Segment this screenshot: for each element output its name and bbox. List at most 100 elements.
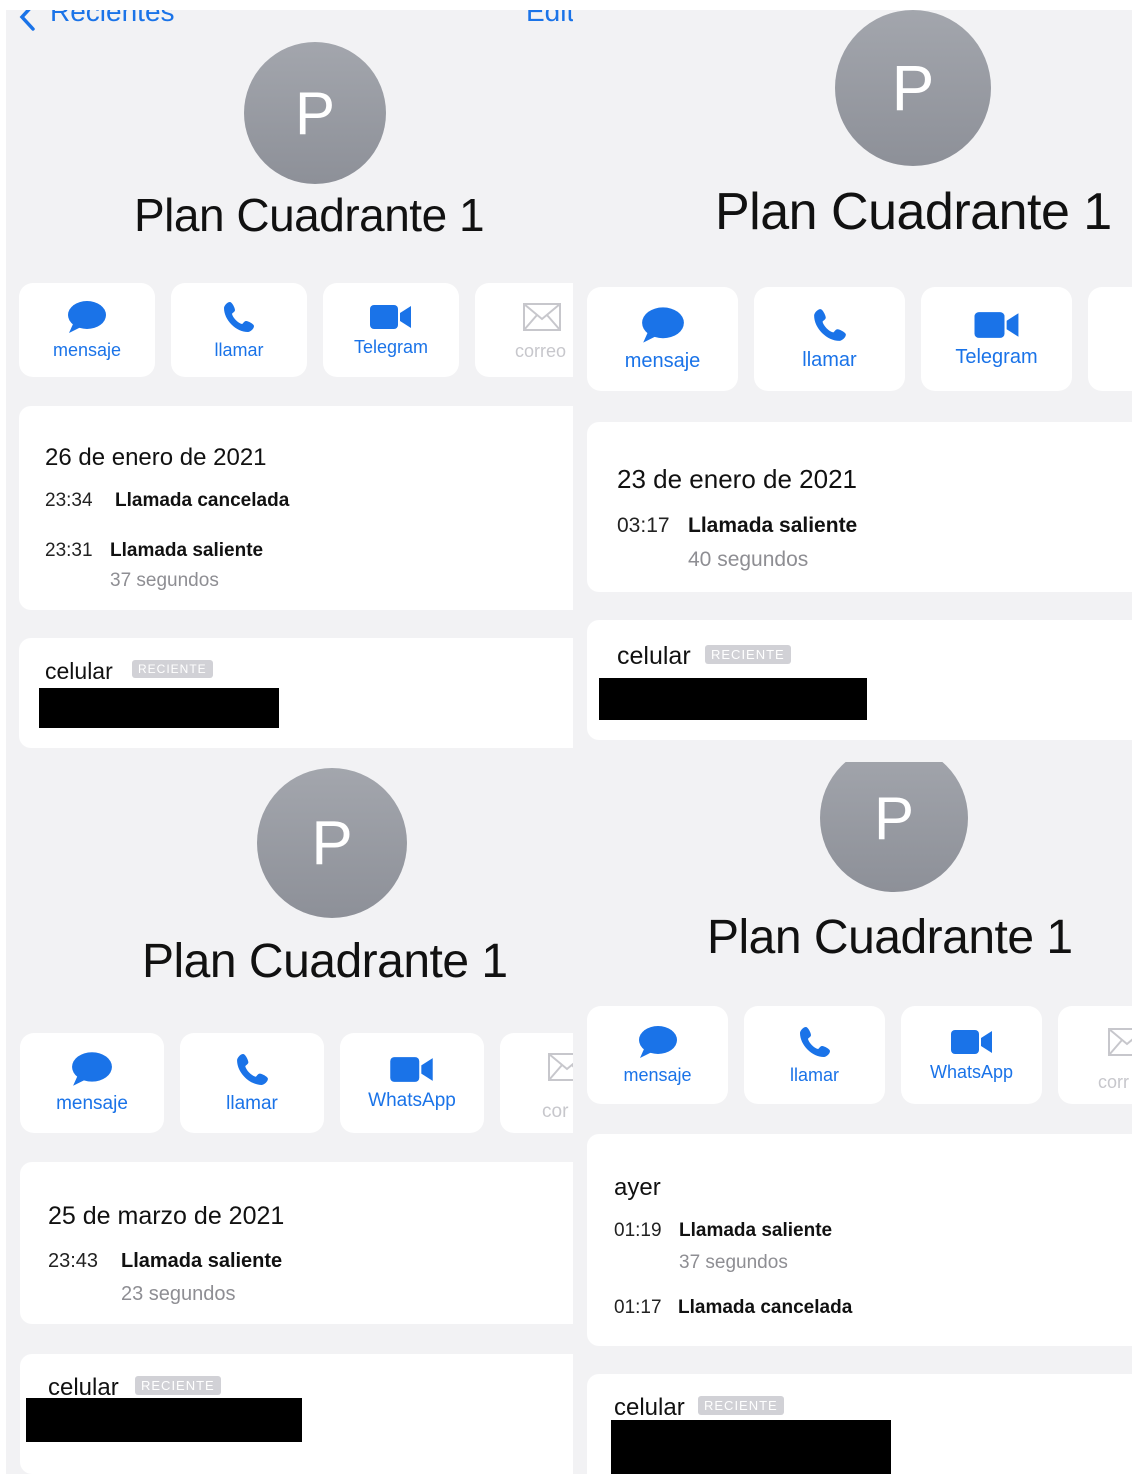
call-label: llamar xyxy=(789,1064,839,1085)
video-label: WhatsApp xyxy=(929,1061,1014,1082)
call-time: 23:34 xyxy=(45,490,93,511)
phone-label: celular xyxy=(617,642,691,670)
message-bubble-icon xyxy=(638,1025,678,1059)
message-bubble-icon xyxy=(71,1051,113,1087)
call-button[interactable]: llamar xyxy=(744,1006,885,1104)
avatar-initial: P xyxy=(311,808,353,878)
call-type: Llamada saliente xyxy=(110,540,264,561)
call-date: 25 de marzo de 2021 xyxy=(48,1202,285,1230)
contact-name: Plan Cuadrante 1 xyxy=(134,189,485,241)
call-time: 03:17 xyxy=(617,514,670,537)
video-label: Telegram xyxy=(353,336,429,357)
message-label: mensaje xyxy=(624,349,701,372)
message-label: mensaje xyxy=(56,1093,128,1114)
call-date: ayer xyxy=(614,1174,661,1201)
screenshot-panel-4: P Plan Cuadrante 1 mensaje llamar WhatsA… xyxy=(573,762,1132,1474)
phone-number-card[interactable]: celular RECIENTE xyxy=(587,1374,1132,1474)
screenshot-panel-3: P Plan Cuadrante 1 mensaje llamar WhatsA… xyxy=(6,762,573,1474)
redacted-number xyxy=(26,1398,302,1442)
phone-icon xyxy=(222,300,256,334)
recent-badge: RECIENTE xyxy=(132,660,213,678)
call-button[interactable]: llamar xyxy=(754,287,905,391)
call-duration: 40 segundos xyxy=(688,548,809,571)
video-camera-icon xyxy=(950,1028,993,1056)
phone-icon xyxy=(235,1052,270,1087)
phone-icon xyxy=(812,307,848,343)
phone-label: celular xyxy=(614,1394,685,1421)
phone-label: celular xyxy=(45,658,113,684)
video-button[interactable]: WhatsApp xyxy=(340,1033,484,1133)
call-type: Llamada cancelada xyxy=(115,490,290,511)
call-duration: 23 segundos xyxy=(121,1283,236,1305)
envelope-icon xyxy=(523,303,561,331)
envelope-icon xyxy=(1108,1028,1132,1056)
phone-number-card[interactable]: celular RECIENTE xyxy=(587,620,1132,740)
message-label: mensaje xyxy=(52,339,122,360)
call-type: Llamada saliente xyxy=(121,1250,283,1272)
call-time: 01:19 xyxy=(614,1220,662,1241)
avatar: P xyxy=(835,10,991,166)
call-label: llamar xyxy=(226,1092,278,1114)
mail-button[interactable]: corr xyxy=(1058,1006,1132,1104)
envelope-icon xyxy=(548,1053,573,1081)
mail-button[interactable]: correo xyxy=(475,283,573,377)
call-duration: 37 segundos xyxy=(679,1252,788,1273)
call-duration: 37 segundos xyxy=(110,570,219,591)
video-label: Telegram xyxy=(955,345,1038,368)
video-button[interactable]: WhatsApp xyxy=(901,1006,1042,1104)
call-time: 23:31 xyxy=(45,540,93,561)
recent-badge: RECIENTE xyxy=(135,1376,221,1395)
mail-button[interactable]: cor xyxy=(500,1033,573,1133)
message-button[interactable]: mensaje xyxy=(20,1033,164,1133)
call-button[interactable]: llamar xyxy=(171,283,307,377)
call-type: Llamada saliente xyxy=(688,514,858,537)
message-button[interactable]: mensaje xyxy=(587,287,738,391)
message-button[interactable]: mensaje xyxy=(587,1006,728,1104)
message-button[interactable]: mensaje xyxy=(19,283,155,377)
call-time: 23:43 xyxy=(48,1250,99,1272)
call-history-card: 26 de enero de 2021 23:34 Llamada cancel… xyxy=(19,406,573,610)
video-label: WhatsApp xyxy=(368,1089,456,1111)
contact-name: Plan Cuadrante 1 xyxy=(142,935,508,988)
avatar-initial: P xyxy=(294,79,336,147)
phone-icon xyxy=(798,1025,832,1059)
call-history-card: 25 de marzo de 2021 23:43 Llamada salien… xyxy=(20,1162,573,1324)
phone-number-card[interactable]: celular RECIENTE xyxy=(19,638,573,748)
call-history-card: 23 de enero de 2021 03:17 Llamada salien… xyxy=(587,422,1132,592)
screenshot-panel-1: Recientes Edit P Plan Cuadrante 1 mensaj… xyxy=(6,10,573,762)
message-bubble-icon xyxy=(67,300,107,334)
call-type: Llamada saliente xyxy=(679,1220,833,1241)
video-camera-icon xyxy=(974,310,1020,340)
redacted-number xyxy=(611,1420,891,1474)
video-camera-icon xyxy=(390,1055,434,1084)
redacted-number xyxy=(599,678,867,720)
contact-name: Plan Cuadrante 1 xyxy=(707,911,1073,964)
call-date: 26 de enero de 2021 xyxy=(45,444,267,471)
mail-button[interactable] xyxy=(1088,287,1132,391)
contact-name: Plan Cuadrante 1 xyxy=(715,183,1112,241)
edit-button[interactable]: Edit xyxy=(526,10,573,28)
call-history-card: ayer 01:19 Llamada saliente 37 segundos … xyxy=(587,1134,1132,1346)
mail-label: corr xyxy=(1098,1072,1129,1092)
screenshot-panel-2: P Plan Cuadrante 1 mensaje llamar Telegr… xyxy=(573,10,1132,762)
video-camera-icon xyxy=(370,303,412,331)
back-label: Recientes xyxy=(50,10,175,27)
call-date: 23 de enero de 2021 xyxy=(617,464,857,494)
recent-badge: RECIENTE xyxy=(698,1396,784,1415)
call-time: 01:17 xyxy=(614,1297,662,1318)
avatar-initial: P xyxy=(873,784,915,852)
call-type: Llamada cancelada xyxy=(678,1297,853,1318)
message-bubble-icon xyxy=(641,306,685,344)
phone-number-card[interactable]: celular RECIENTE xyxy=(20,1354,573,1474)
video-button[interactable]: Telegram xyxy=(323,283,459,377)
message-label: mensaje xyxy=(623,1064,692,1085)
avatar-initial: P xyxy=(891,52,935,124)
avatar: P xyxy=(257,768,407,918)
mail-label: correo xyxy=(515,341,567,361)
video-button[interactable]: Telegram xyxy=(921,287,1072,391)
avatar: P xyxy=(820,762,968,892)
redacted-number xyxy=(39,688,279,728)
mail-label: cor xyxy=(542,1101,569,1122)
avatar: P xyxy=(244,42,386,184)
call-button[interactable]: llamar xyxy=(180,1033,324,1133)
